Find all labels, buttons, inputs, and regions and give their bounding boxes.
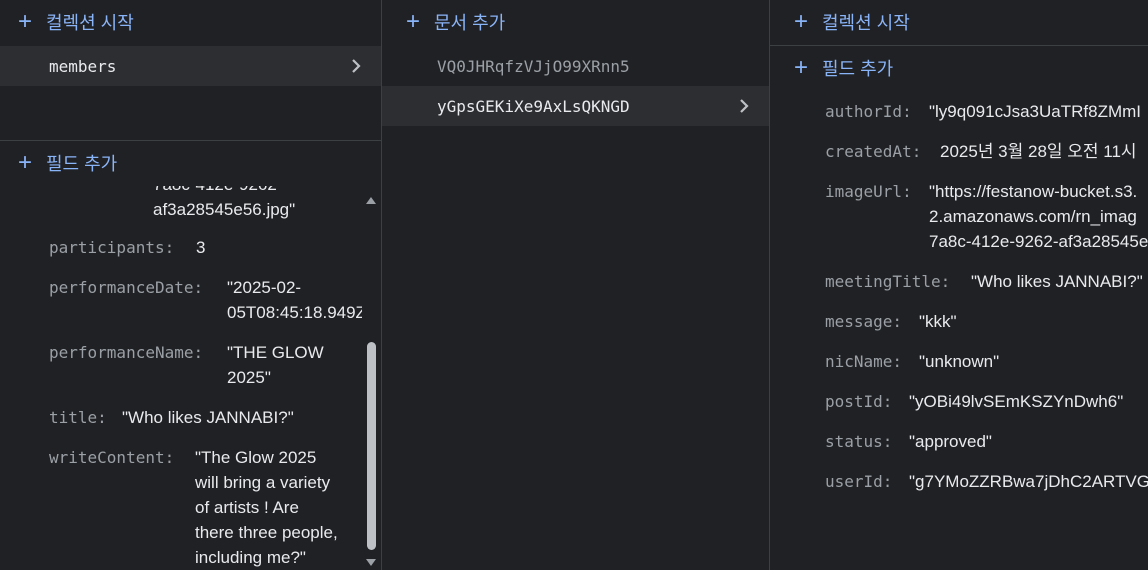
field-value: "THE GLOW 2025" xyxy=(227,343,324,387)
field-key: title: xyxy=(49,408,107,427)
field-key: createdAt: xyxy=(825,142,922,161)
plus-icon: + xyxy=(17,8,32,35)
field-value: "The Glow 2025 will bring a variety of a… xyxy=(195,448,338,567)
field-key: message: xyxy=(825,312,903,331)
collections-panel: + 컬렉션 시작 members + 필드 추가 7a8c-412e-9262-… xyxy=(0,0,381,570)
add-field-label: 필드 추가 xyxy=(822,59,894,79)
documents-panel: + 문서 추가 VQ0JHRqfzVJjO99XRnn5 yGpsGEKiXe9… xyxy=(382,0,769,570)
plus-icon: + xyxy=(793,54,808,81)
field-value: 7a8c-412e-9262- af3a28545e56.jpg" xyxy=(153,186,296,219)
field-key: postId: xyxy=(825,392,893,411)
field-key: imageUrl: xyxy=(825,182,912,201)
plus-icon: + xyxy=(793,8,808,35)
document-id: yGpsGEKiXe9AxLsQKNGD xyxy=(437,96,630,116)
collection-name: members xyxy=(49,56,117,76)
field-key: meetingTitle: xyxy=(825,272,951,291)
field-key: nicName: xyxy=(825,352,903,371)
field-value: "kkk" xyxy=(919,312,957,331)
document-detail-panel: + 컬렉션 시작 + 필드 추가 authorId: "ly9q091cJsa3… xyxy=(770,0,1148,570)
field-value: "Who likes JANNABI?" xyxy=(122,408,294,427)
start-collection-label: 컬렉션 시작 xyxy=(822,13,910,33)
plus-icon: + xyxy=(17,149,32,176)
scroll-down-arrow-icon[interactable] xyxy=(366,559,376,567)
field-value: 2025년 3월 28일 오전 11시 xyxy=(940,142,1137,161)
field-key: performanceDate: xyxy=(49,278,204,297)
chevron-right-icon xyxy=(352,59,361,73)
document-item[interactable]: VQ0JHRqfzVJjO99XRnn5 xyxy=(382,46,769,86)
field-value: 3 xyxy=(196,238,206,257)
field-value: "ly9q091cJsa3UaTRf8ZMmI xyxy=(929,102,1141,121)
field-key: performanceName: xyxy=(49,343,204,362)
field-value: "approved" xyxy=(909,432,992,451)
add-field-label: 필드 추가 xyxy=(46,154,118,174)
add-field-button[interactable]: + 필드 추가 xyxy=(790,46,893,90)
add-document-label: 문서 추가 xyxy=(434,13,506,33)
field-value: "https://festanow-bucket.s3. 2.amazonaws… xyxy=(929,182,1148,251)
add-document-button[interactable]: + 문서 추가 xyxy=(402,0,505,44)
scrollbar-thumb[interactable] xyxy=(367,342,376,550)
chevron-right-icon xyxy=(740,99,749,113)
field-value: "g7YMoZZRBwa7jDhC2ARTVGI xyxy=(909,472,1148,491)
add-field-button[interactable]: + 필드 추가 xyxy=(14,141,117,185)
plus-icon: + xyxy=(405,8,420,35)
start-collection-label: 컬렉션 시작 xyxy=(46,13,134,33)
field-value: "2025-02- 05T08:45:18.949Z" xyxy=(227,278,362,322)
start-collection-button[interactable]: + 컬렉션 시작 xyxy=(14,0,134,44)
field-key: participants: xyxy=(49,238,175,257)
scrollbar[interactable] xyxy=(362,186,380,570)
field-value: "yOBi49lvSEmKSZYnDwh6" xyxy=(909,392,1124,411)
field-value: "Who likes JANNABI?" xyxy=(971,272,1143,291)
field-key: writeContent: xyxy=(49,448,175,467)
document-item-selected[interactable]: yGpsGEKiXe9AxLsQKNGD xyxy=(382,86,769,126)
field-value: "unknown" xyxy=(919,352,1000,371)
field-list: 7a8c-412e-9262- af3a28545e56.jpg" partic… xyxy=(0,186,362,570)
start-collection-button[interactable]: + 컬렉션 시작 xyxy=(790,0,910,44)
field-key: userId: xyxy=(825,472,893,491)
document-id: VQ0JHRqfzVJjO99XRnn5 xyxy=(437,56,630,76)
field-key: status: xyxy=(825,432,893,451)
field-key: authorId: xyxy=(825,102,912,121)
scroll-up-arrow-icon[interactable] xyxy=(366,196,376,204)
collection-item-members[interactable]: members xyxy=(0,46,381,86)
